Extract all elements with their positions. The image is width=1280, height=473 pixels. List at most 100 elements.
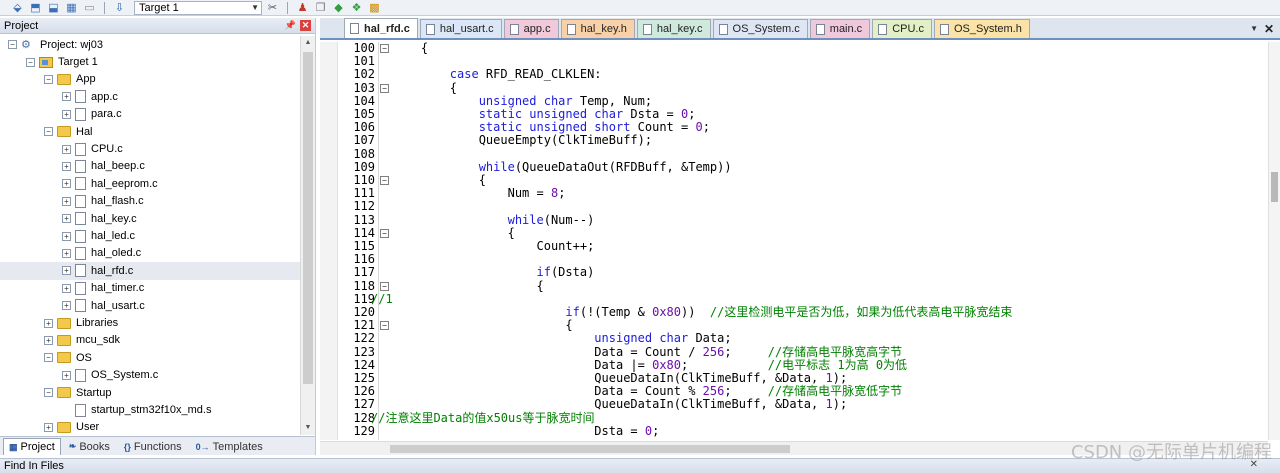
- tree-item[interactable]: − ⚙ Project: wj03: [0, 36, 300, 53]
- code-line[interactable]: 103− {: [320, 81, 1270, 95]
- code-area[interactable]: 100− {101 102 case RFD_READ_CLKLEN: 103− {…: [320, 42, 1280, 440]
- editor-tab[interactable]: app.c: [503, 19, 559, 38]
- expand-icon[interactable]: +: [62, 214, 71, 224]
- code-line[interactable]: 107 QueueEmpty(ClkTimeBuff);: [320, 134, 1270, 147]
- fold-toggle-icon[interactable]: −: [380, 44, 389, 53]
- scrollbar-thumb[interactable]: [390, 445, 790, 453]
- tree-item[interactable]: + hal_key.c: [0, 210, 300, 227]
- tree-item[interactable]: + hal_timer.c: [0, 280, 300, 297]
- code-line[interactable]: 104 unsigned char Temp, Num;: [320, 94, 1270, 108]
- code-line[interactable]: 117 if(Dsta): [320, 266, 1270, 279]
- editor-tab[interactable]: OS_System.c: [712, 19, 808, 38]
- expand-icon[interactable]: +: [62, 248, 71, 258]
- code-line[interactable]: 123 Data = Count / 256; //存储高电平脉宽高字节: [320, 345, 1270, 359]
- expand-icon[interactable]: +: [44, 422, 53, 432]
- tab-functions[interactable]: {} Functions: [118, 438, 188, 455]
- tree-item[interactable]: − Target 1: [0, 53, 300, 70]
- fold-toggle-icon[interactable]: −: [380, 321, 389, 331]
- expand-icon[interactable]: +: [62, 144, 71, 154]
- tree-item[interactable]: + para.c: [0, 106, 300, 123]
- build-icon[interactable]: ⬒: [28, 1, 43, 15]
- code-line[interactable]: 116: [320, 252, 1270, 266]
- scroll-up-icon[interactable]: ▲: [301, 36, 315, 50]
- tab-list-dropdown-icon[interactable]: ▼: [1250, 24, 1258, 33]
- code-line[interactable]: 101: [320, 54, 1270, 68]
- code-line[interactable]: 129 Dsta = 0;: [320, 424, 1270, 438]
- debug-config-icon[interactable]: ❖: [349, 1, 364, 15]
- manage-components-icon[interactable]: ♟: [295, 1, 310, 15]
- tree-item[interactable]: − OS: [0, 349, 300, 366]
- code-line[interactable]: 124 Data |= 0x80; //电平标志 1为高 0为低: [320, 358, 1270, 372]
- fold-toggle-icon[interactable]: −: [380, 228, 389, 238]
- code-line[interactable]: 100− {: [320, 42, 1270, 55]
- expand-icon[interactable]: +: [62, 179, 71, 189]
- close-icon[interactable]: ✕: [300, 20, 311, 31]
- code-line[interactable]: 114− {: [320, 226, 1270, 240]
- code-line[interactable]: 111 Num = 8;: [320, 186, 1270, 200]
- project-tree-scrollbar[interactable]: ▲ ▼: [300, 36, 315, 435]
- collapse-icon[interactable]: −: [26, 57, 35, 67]
- tab-project[interactable]: ▦ Project: [3, 438, 61, 455]
- collapse-icon[interactable]: −: [44, 74, 53, 84]
- editor-tab[interactable]: hal_key.h: [560, 19, 635, 38]
- scroll-down-icon[interactable]: ▼: [301, 421, 315, 435]
- tree-item[interactable]: − Startup: [0, 384, 300, 401]
- expand-icon[interactable]: +: [62, 283, 71, 293]
- collapse-icon[interactable]: −: [44, 127, 53, 137]
- tree-item[interactable]: + mcu_sdk: [0, 332, 300, 349]
- code-line[interactable]: 121− {: [320, 318, 1270, 332]
- expand-icon[interactable]: +: [62, 161, 71, 171]
- tree-item[interactable]: + hal_led.c: [0, 227, 300, 244]
- expand-icon[interactable]: +: [62, 370, 71, 380]
- editor-tab[interactable]: hal_rfd.c: [344, 18, 418, 38]
- tree-item[interactable]: − App: [0, 71, 300, 88]
- tree-item[interactable]: + app.c: [0, 88, 300, 105]
- code-line[interactable]: 118− {: [320, 279, 1270, 293]
- stop-build-icon[interactable]: ▭: [82, 1, 97, 15]
- tree-item[interactable]: + hal_oled.c: [0, 245, 300, 262]
- options-icon[interactable]: ✂: [265, 1, 280, 15]
- code-line[interactable]: 122 unsigned char Data;: [320, 332, 1270, 345]
- collapse-icon[interactable]: −: [8, 40, 17, 50]
- code-line[interactable]: 126 Data = Count % 256; //存储高电平脉宽低字节: [320, 384, 1270, 398]
- collapse-icon[interactable]: −: [44, 388, 53, 398]
- tab-templates[interactable]: 0→ Templates: [190, 438, 269, 455]
- download-icon[interactable]: ⇩: [112, 1, 127, 15]
- expand-icon[interactable]: +: [62, 196, 71, 206]
- expand-icon[interactable]: +: [62, 109, 71, 119]
- code-line[interactable]: 119//1: [320, 292, 1270, 306]
- scrollbar-thumb[interactable]: [303, 52, 313, 384]
- tree-item[interactable]: + hal_eeprom.c: [0, 175, 300, 192]
- editor-tab[interactable]: main.c: [809, 19, 871, 38]
- scrollbar-thumb[interactable]: [1271, 172, 1278, 202]
- collapse-icon[interactable]: −: [44, 353, 53, 363]
- tree-item[interactable]: − Hal: [0, 123, 300, 140]
- tab-books[interactable]: ❧ Books: [63, 438, 116, 455]
- batch-build-icon[interactable]: ▦: [64, 1, 79, 15]
- run-env-icon[interactable]: ▩: [367, 1, 382, 15]
- expand-icon[interactable]: +: [62, 266, 71, 276]
- expand-icon[interactable]: +: [44, 318, 53, 328]
- expand-icon[interactable]: +: [62, 231, 71, 241]
- close-tab-icon[interactable]: ✕: [1264, 22, 1274, 36]
- expand-icon[interactable]: +: [44, 335, 53, 345]
- code-line[interactable]: 128//注意这里Data的值x50us等于脉宽时间: [320, 411, 1270, 425]
- code-line[interactable]: 112: [320, 200, 1270, 213]
- code-line[interactable]: 127 QueueDataIn(ClkTimeBuff, &Data, 1);: [320, 398, 1270, 411]
- expand-icon[interactable]: +: [62, 301, 71, 311]
- editor-vertical-scrollbar[interactable]: [1268, 42, 1280, 440]
- editor-tab[interactable]: hal_usart.c: [419, 19, 502, 38]
- code-line[interactable]: 113 while(Num--): [320, 213, 1270, 227]
- pack-installer-icon[interactable]: ◆: [331, 1, 346, 15]
- target-select[interactable]: Target 1 ▼: [134, 0, 262, 15]
- tree-item[interactable]: startup_stm32f10x_md.s: [0, 401, 300, 418]
- expand-icon[interactable]: +: [62, 92, 71, 102]
- editor-tab[interactable]: hal_key.c: [636, 19, 711, 38]
- tree-item[interactable]: + OS_System.c: [0, 367, 300, 384]
- translate-icon[interactable]: ⬙: [10, 1, 25, 15]
- tree-item[interactable]: + hal_beep.c: [0, 158, 300, 175]
- fold-toggle-icon[interactable]: −: [380, 176, 389, 185]
- pin-icon[interactable]: 📌: [285, 20, 296, 31]
- tree-item[interactable]: + Libraries: [0, 314, 300, 331]
- tree-item[interactable]: + User: [0, 419, 300, 436]
